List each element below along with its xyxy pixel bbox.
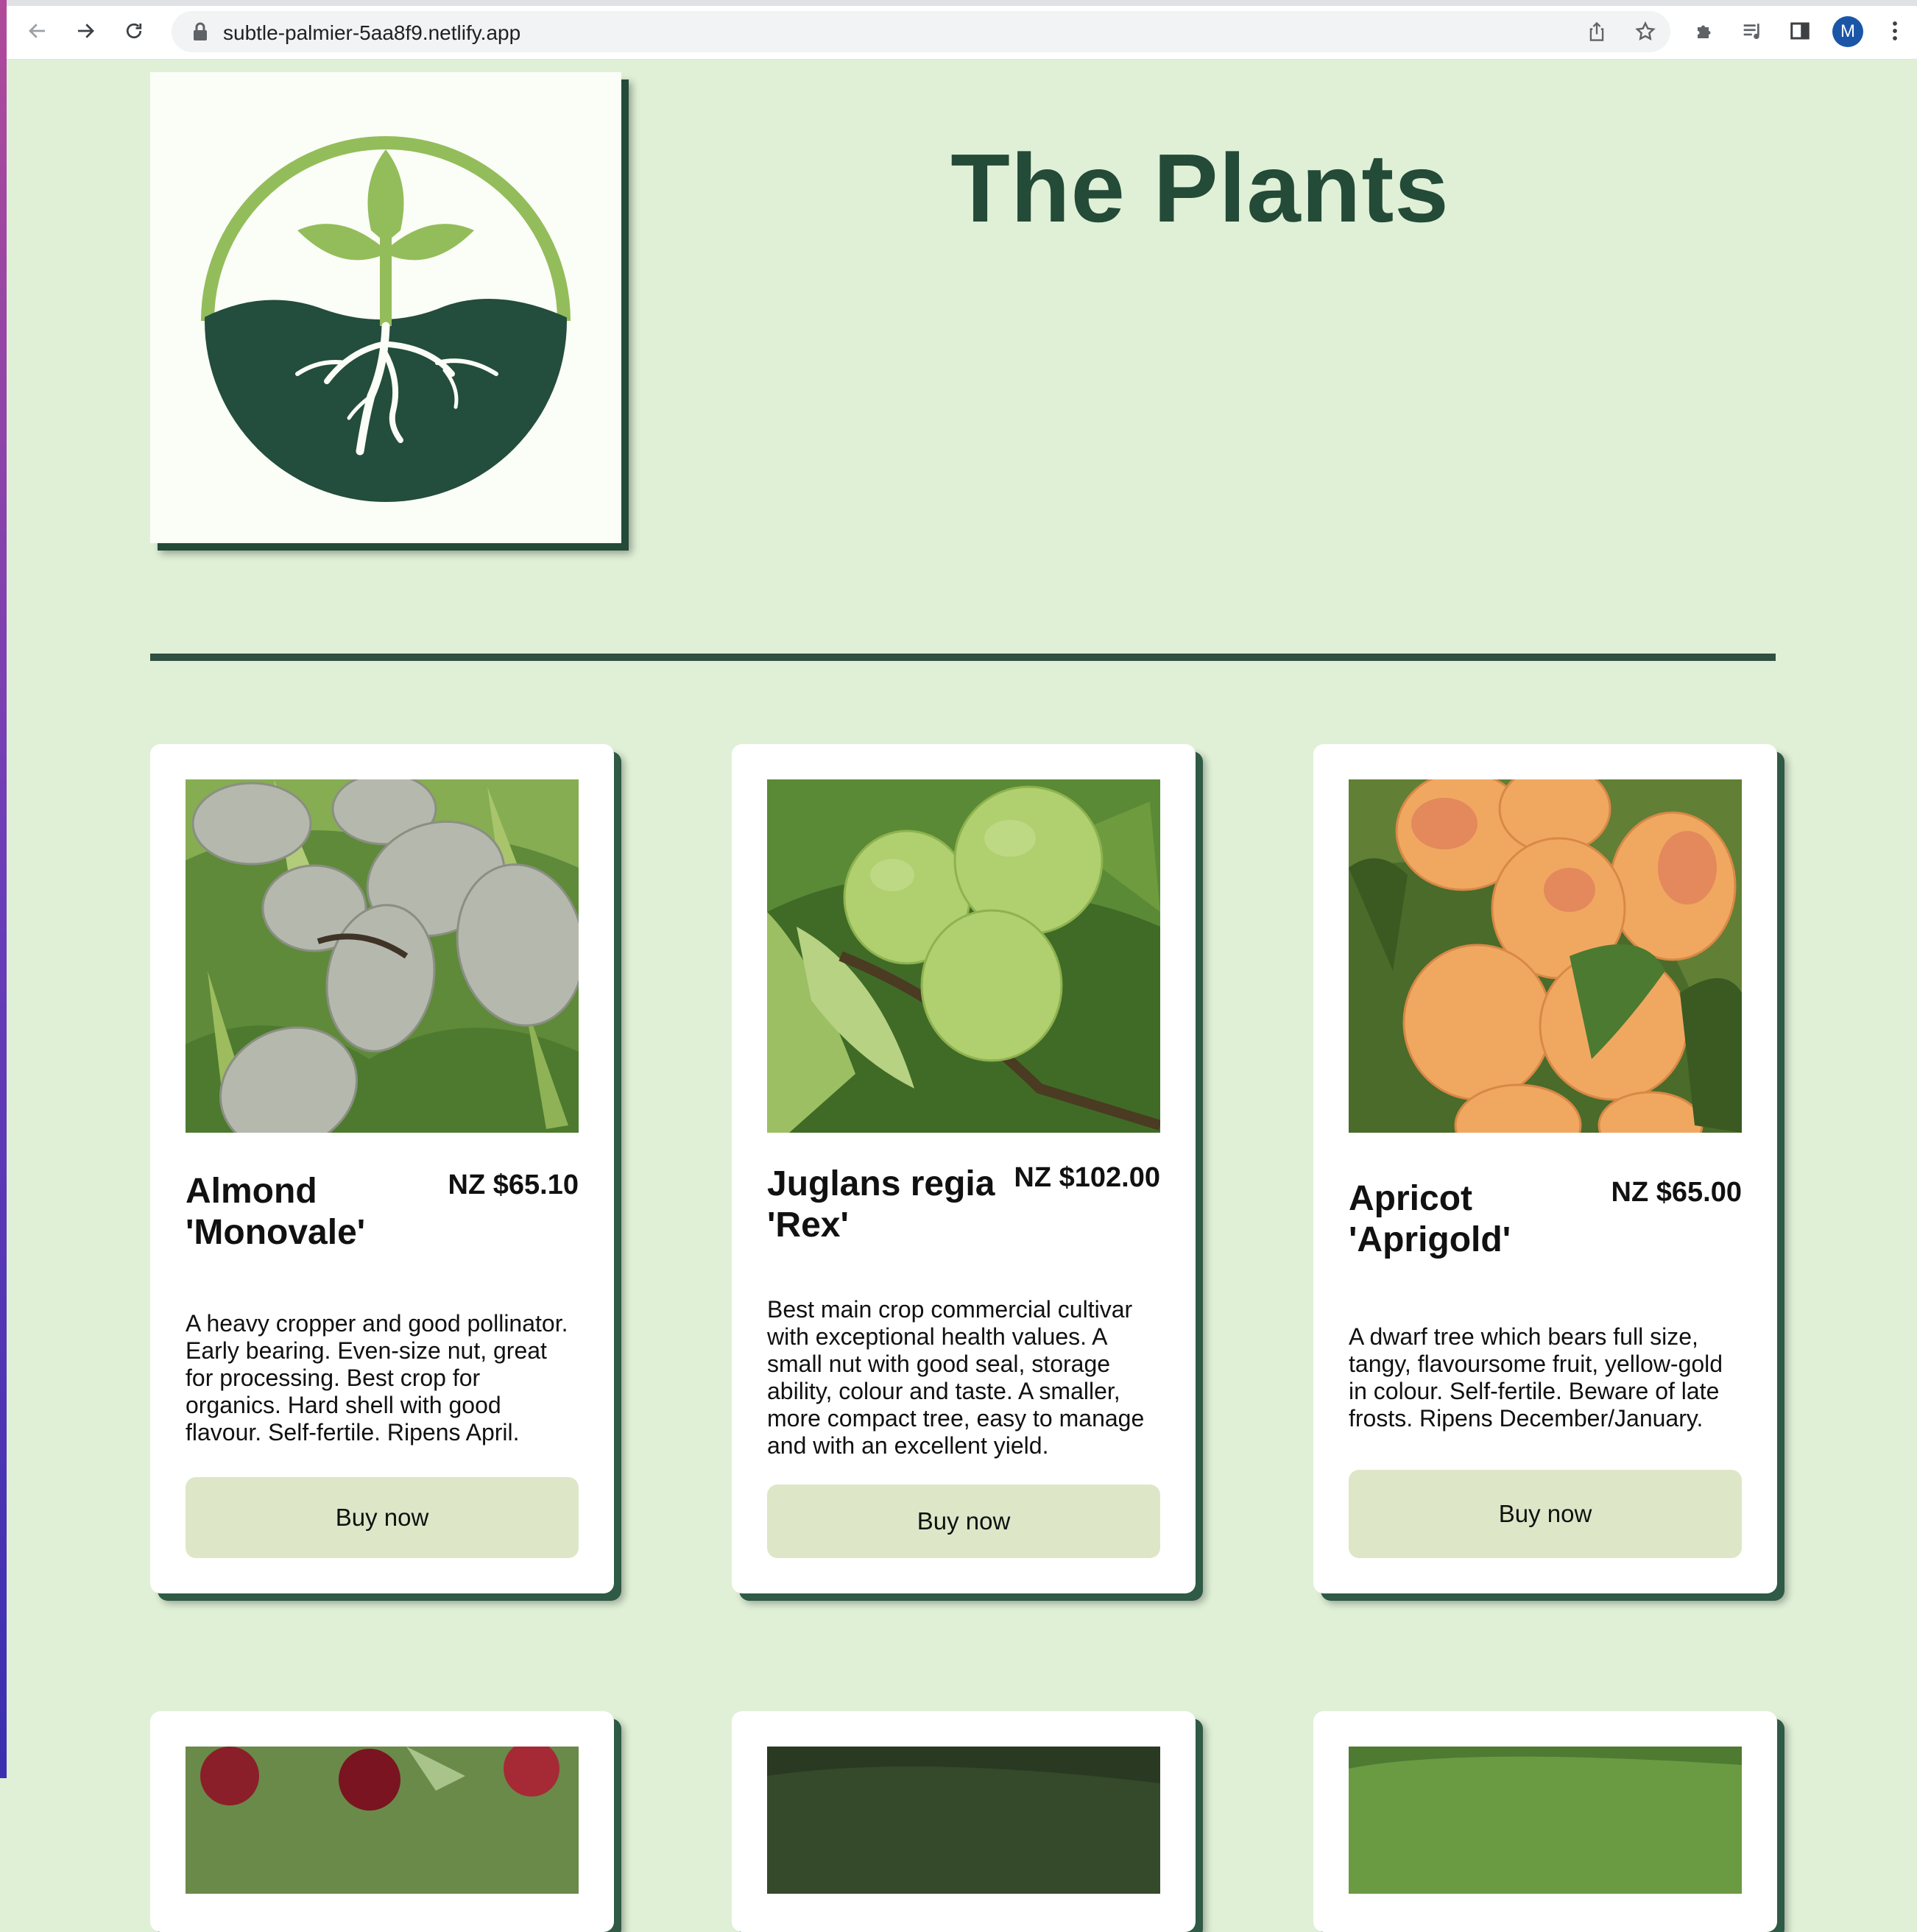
product-description: A dwarf tree which bears full size, tang… xyxy=(1349,1323,1723,1432)
product-price: NZ $102.00 xyxy=(1014,1162,1160,1193)
buy-now-button[interactable]: Buy now xyxy=(767,1485,1160,1558)
url-text: subtle-palmier-5aa8f9.netlify.app xyxy=(223,21,521,44)
extensions-button[interactable] xyxy=(1690,16,1720,46)
product-card xyxy=(150,1711,614,1932)
product-card xyxy=(732,1711,1196,1932)
grass-photo-icon xyxy=(1349,1747,1742,1894)
cherry-photo-icon xyxy=(186,1747,579,1894)
address-bar[interactable]: subtle-palmier-5aa8f9.netlify.app xyxy=(172,11,1670,52)
star-icon xyxy=(1635,21,1656,40)
reload-button[interactable] xyxy=(119,16,149,46)
more-vertical-icon xyxy=(1893,21,1897,40)
side-panel-icon xyxy=(1790,22,1810,40)
arrow-right-icon xyxy=(78,24,94,38)
browser-toolbar: subtle-palmier-5aa8f9.netlify.app M xyxy=(7,0,1917,60)
back-button[interactable] xyxy=(23,16,52,46)
product-card: Apricot 'Aprigold' NZ $65.00 A dwarf tre… xyxy=(1313,744,1777,1593)
section-divider xyxy=(150,654,1776,661)
product-name: Apricot 'Aprigold' xyxy=(1349,1179,1511,1259)
product-image-cherry xyxy=(186,1747,579,1894)
profile-avatar[interactable]: M xyxy=(1832,16,1863,47)
product-image-almond xyxy=(186,779,579,1133)
forward-button[interactable] xyxy=(71,16,100,46)
site-logo xyxy=(150,72,621,543)
arrow-left-icon xyxy=(29,24,45,38)
product-price: NZ $65.00 xyxy=(1611,1177,1742,1208)
product-image-grass xyxy=(1349,1747,1742,1894)
reading-list-button[interactable] xyxy=(1738,16,1768,46)
menu-button[interactable] xyxy=(1880,16,1910,46)
product-image-apricot xyxy=(1349,779,1742,1133)
almond-photo-icon xyxy=(186,779,579,1133)
fern-photo-icon xyxy=(767,1747,1160,1894)
window-edge xyxy=(0,0,7,1778)
product-name: Juglans regia 'Rex' xyxy=(767,1164,995,1245)
reading-list-icon xyxy=(1743,24,1759,40)
product-card xyxy=(1313,1711,1777,1932)
walnut-photo-icon xyxy=(767,779,1160,1133)
buy-now-button[interactable]: Buy now xyxy=(186,1477,579,1558)
plant-roots-logo-icon xyxy=(201,136,571,502)
tab-strip xyxy=(7,0,1917,6)
product-description: Best main crop commercial cultivar with … xyxy=(767,1296,1145,1459)
lock-icon xyxy=(194,22,207,40)
product-description: A heavy cropper and good pollinator. Ear… xyxy=(186,1310,568,1446)
product-name: Almond 'Monovale' xyxy=(186,1172,366,1252)
page-title: The Plants xyxy=(950,134,1450,242)
reload-icon xyxy=(126,23,142,39)
puzzle-icon xyxy=(1698,25,1711,38)
product-card: Almond 'Monovale' NZ $65.10 A heavy crop… xyxy=(150,744,614,1593)
product-price: NZ $65.10 xyxy=(448,1170,579,1200)
apricot-photo-icon xyxy=(1349,779,1742,1133)
share-button[interactable] xyxy=(1582,17,1611,46)
product-image-fern xyxy=(767,1747,1160,1894)
bookmark-button[interactable] xyxy=(1631,17,1660,46)
product-image-walnut xyxy=(767,779,1160,1133)
side-panel-button[interactable] xyxy=(1785,16,1815,46)
product-card: Juglans regia 'Rex' NZ $102.00 Best main… xyxy=(732,744,1196,1593)
share-icon xyxy=(1589,21,1604,41)
buy-now-button[interactable]: Buy now xyxy=(1349,1470,1742,1558)
